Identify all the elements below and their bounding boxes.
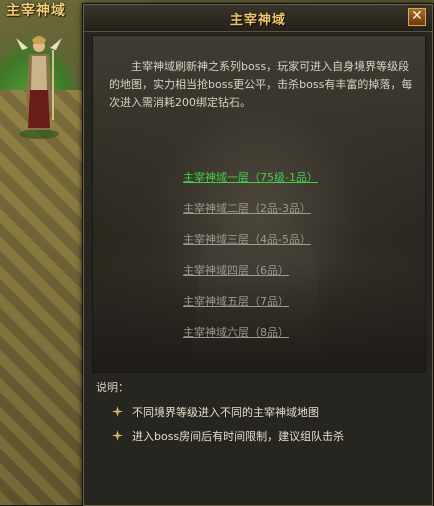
dialog-title: 主宰神域 (229, 13, 286, 28)
dialog-window: 主宰神域 ✕ 主宰神域刷新神之系列boss，玩家可进入自身境界等级段的地图，实力… (83, 4, 433, 506)
dialog-content-area: 主宰神域刷新神之系列boss，玩家可进入自身境界等级段的地图，实力相当抢boss… (92, 35, 426, 373)
notes-label: 说明： (96, 381, 129, 394)
floor-link-2[interactable]: 主宰神域二层（2品-3品） (183, 193, 425, 224)
note-item: 进入boss房间后有时间限制，建议组队击杀 (96, 429, 416, 453)
floor-link-1[interactable]: 主宰神域一层（75级-1品） (183, 162, 425, 193)
notes-section: 说明： 不同境界等级进入不同的主宰神域地图 进入boss房间后有时间限制，建议组… (96, 379, 416, 453)
description-text: 主宰神域刷新神之系列boss，玩家可进入自身境界等级段的地图，实力相当抢boss… (109, 60, 413, 109)
npc-character-icon[interactable] (14, 30, 64, 140)
star-bullet-icon (112, 406, 123, 417)
note-item: 不同境界等级进入不同的主宰神域地图 (96, 405, 416, 429)
note-text: 不同境界等级进入不同的主宰神域地图 (132, 406, 319, 419)
dialog-titlebar[interactable]: 主宰神域 ✕ (84, 5, 432, 32)
floor-list: 主宰神域一层（75级-1品） 主宰神域二层（2品-3品） 主宰神域三层（4品-5… (93, 162, 425, 348)
floor-link-6[interactable]: 主宰神域六层（8品） (183, 317, 425, 348)
floor-link-5[interactable]: 主宰神域五层（7品） (183, 286, 425, 317)
close-button[interactable]: ✕ (408, 8, 426, 26)
npc-name-label: 主宰神域 (6, 3, 66, 19)
star-bullet-icon (112, 430, 123, 441)
note-text: 进入boss房间后有时间限制，建议组队击杀 (132, 430, 345, 443)
floor-link-3[interactable]: 主宰神域三层（4品-5品） (183, 224, 425, 255)
floor-link-4[interactable]: 主宰神域四层（6品） (183, 255, 425, 286)
